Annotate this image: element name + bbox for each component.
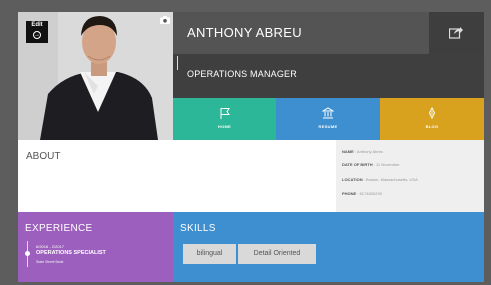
edit-label: Edit	[31, 22, 43, 28]
personal-info: NAME : Anthony Abreu DATE OF BIRTH : 11 …	[336, 140, 484, 212]
nav-blog-label: BLOG	[425, 124, 439, 129]
skills-heading: SKILLS	[180, 223, 216, 234]
nav-home[interactable]: HOME	[173, 98, 276, 140]
skill-chip[interactable]: bilingual	[183, 244, 236, 264]
info-dob-label: DATE OF BIRTH	[342, 162, 373, 167]
experience-dates: 6/2016 - 2/2017	[36, 244, 65, 249]
skills-section: SKILLS bilingual Detail Oriented	[173, 212, 484, 282]
edit-button[interactable]: Edit →	[26, 21, 48, 43]
bank-icon	[322, 107, 334, 119]
info-location: LOCATION : Boston, Massachusetts, USA	[342, 177, 418, 182]
title-header: OPERATIONS MANAGER	[173, 54, 484, 98]
share-button[interactable]	[429, 12, 484, 54]
camera-icon[interactable]	[160, 16, 170, 24]
text-cursor	[177, 56, 178, 70]
info-location-label: LOCATION	[342, 177, 363, 182]
info-location-value: Boston, Massachusetts, USA	[365, 177, 418, 182]
flag-icon	[220, 108, 230, 119]
pen-icon	[428, 107, 436, 119]
experience-org: State Street Bank	[36, 260, 64, 264]
info-name-label: NAME	[342, 149, 354, 154]
nav-home-label: HOME	[217, 124, 232, 129]
share-icon	[449, 27, 463, 39]
info-phone-label: PHONE	[342, 191, 357, 196]
info-dob-value: 11 November	[375, 162, 400, 167]
info-name-value: Anthony Abreu	[356, 149, 384, 154]
profile-name: ANTHONY ABREU	[187, 25, 302, 40]
experience-role: OPERATIONS SPECIALIST	[36, 250, 106, 256]
experience-heading: EXPERIENCE	[25, 223, 93, 234]
name-header: ANTHONY ABREU	[173, 12, 429, 54]
nav-resume-label: RESUME	[318, 124, 338, 129]
info-phone: PHONE : 6174800239	[342, 191, 382, 196]
info-phone-value: 6174800239	[359, 191, 382, 196]
about-heading: ABOUT	[26, 151, 61, 162]
about-section: ABOUT	[18, 140, 336, 212]
profile-card: Edit → ANTHONY ABREU OPERATIONS MANAGER …	[18, 12, 484, 282]
nav-blog[interactable]: BLOG	[380, 98, 484, 140]
experience-section: EXPERIENCE 6/2016 - 2/2017 OPERATIONS SP…	[18, 212, 173, 282]
profile-title: OPERATIONS MANAGER	[187, 69, 297, 79]
info-name: NAME : Anthony Abreu	[342, 149, 384, 154]
arrow-circle-icon: →	[33, 31, 41, 39]
skill-chip[interactable]: Detail Oriented	[238, 244, 316, 264]
timeline-dot	[25, 251, 30, 256]
nav-resume[interactable]: RESUME	[276, 98, 380, 140]
info-dob: DATE OF BIRTH : 11 November	[342, 162, 400, 167]
